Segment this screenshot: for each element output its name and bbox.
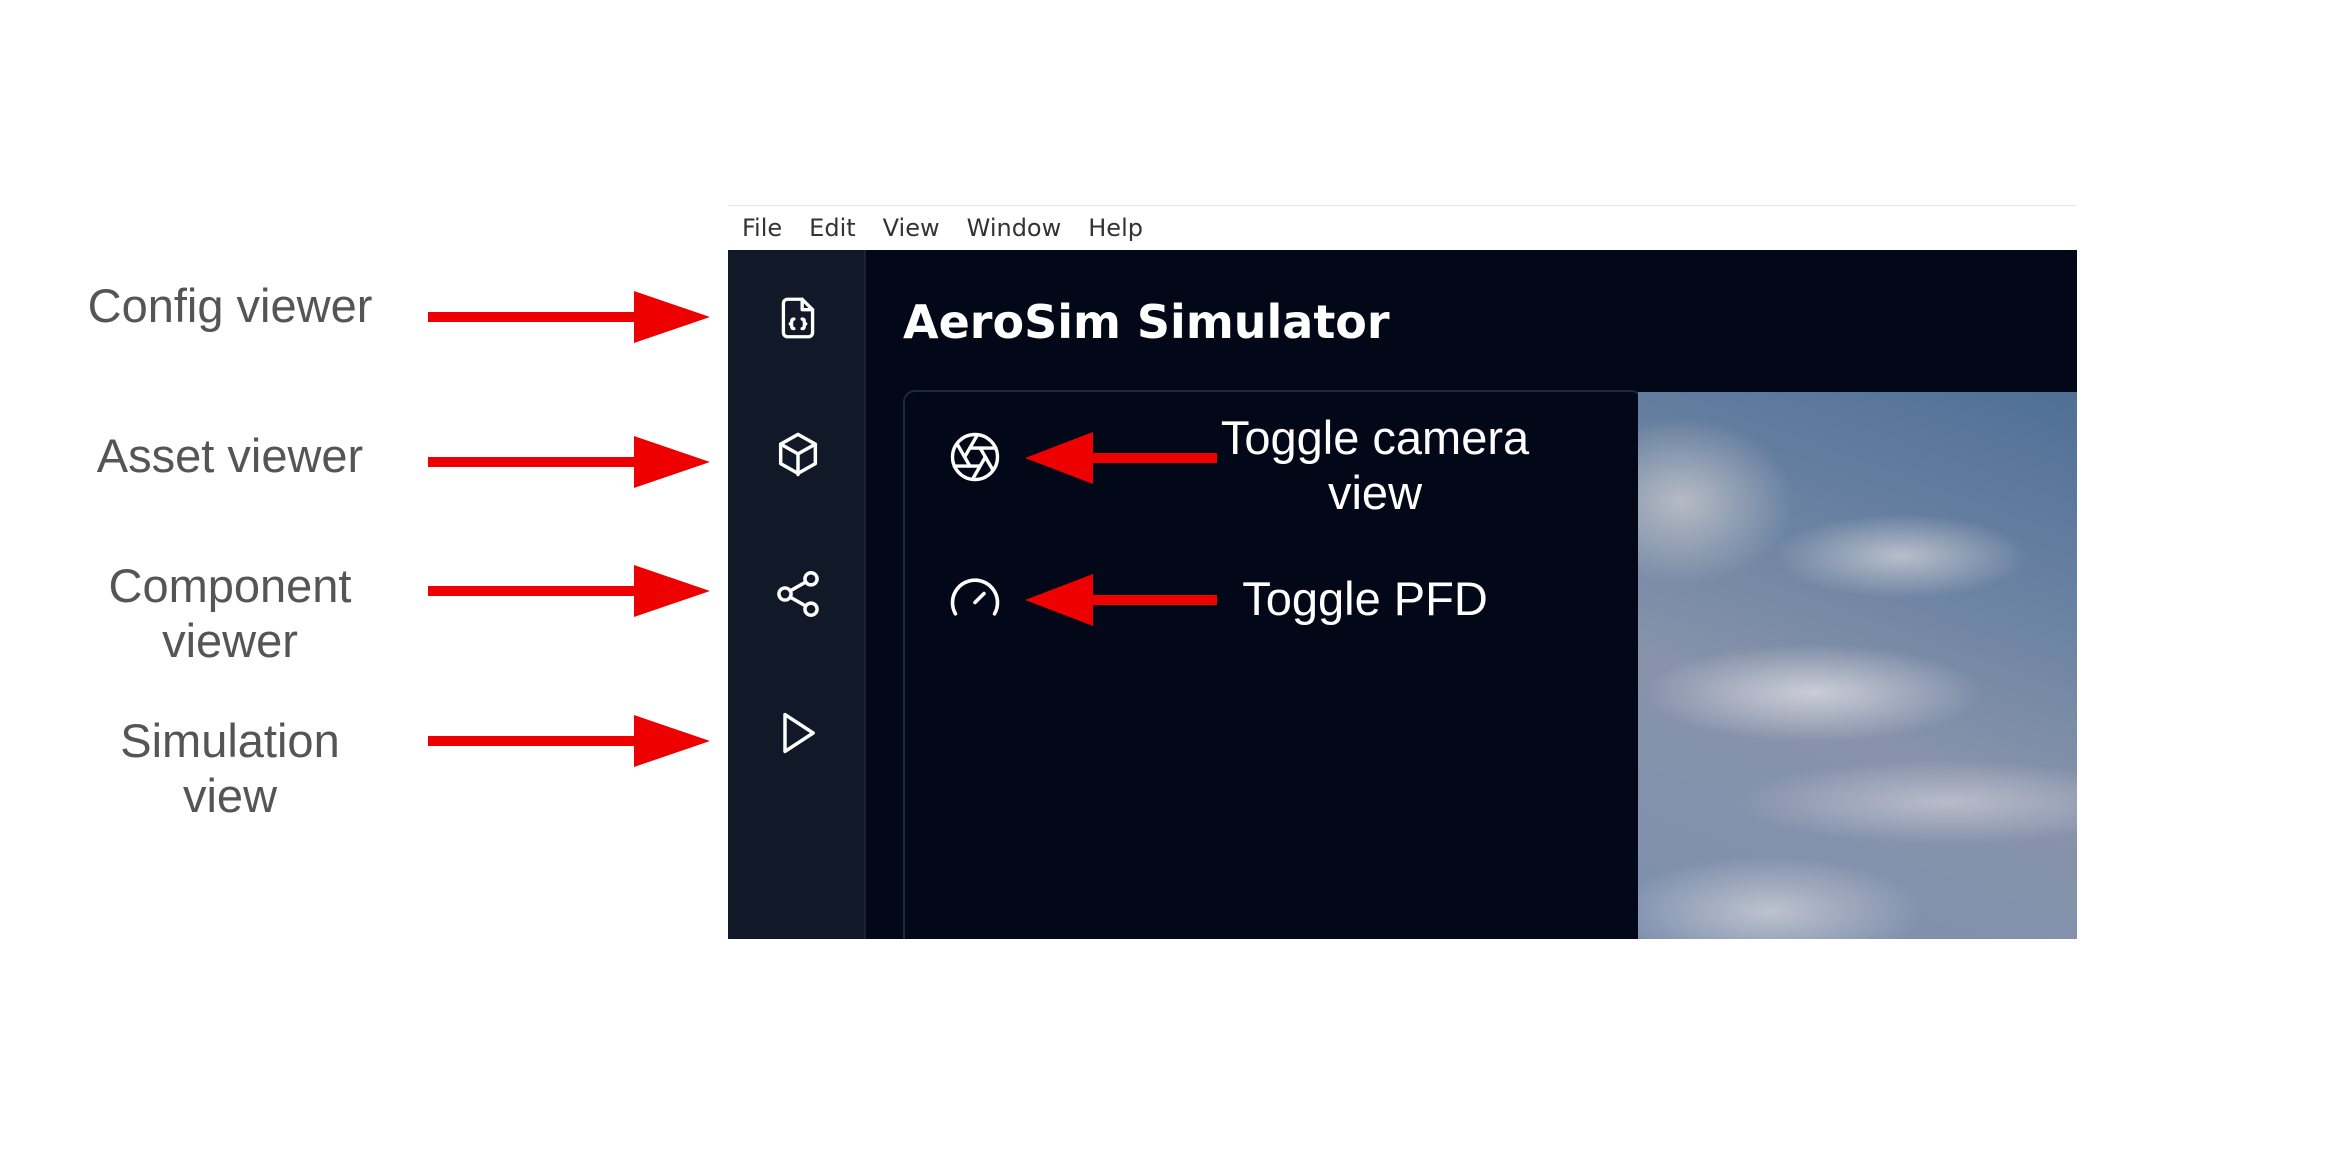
annotation-arrow (428, 291, 710, 343)
config-viewer-button[interactable] (770, 290, 826, 346)
toggle-camera-button[interactable] (945, 427, 1005, 487)
annotation-toggle-camera-view: Toggle camera view (1220, 411, 1530, 519)
menu-view[interactable]: View (883, 214, 940, 242)
annotation-simulation-view: Simulation view (120, 714, 340, 822)
menu-window[interactable]: Window (967, 214, 1062, 242)
page-title: AeroSim Simulator (903, 295, 1390, 349)
share-icon (777, 571, 819, 617)
annotation-component-viewer: Component viewer (108, 559, 352, 667)
annotation-arrow (428, 436, 710, 488)
annotation-arrow (428, 715, 710, 767)
play-icon (783, 712, 815, 754)
aperture-icon (950, 432, 1000, 482)
menu-help[interactable]: Help (1088, 214, 1143, 242)
sidebar (728, 250, 866, 939)
annotation-arrow (428, 565, 710, 617)
file-code-icon (781, 297, 815, 339)
annotation-asset-viewer: Asset viewer (96, 429, 364, 482)
menu-edit[interactable]: Edit (809, 214, 855, 242)
annotation-toggle-pfd: Toggle PFD (1242, 572, 1488, 625)
box-icon (778, 432, 818, 477)
annotation-arrow (1025, 574, 1217, 626)
simulation-view-button[interactable] (770, 705, 826, 761)
menu-bar: File Edit View Window Help (728, 205, 2077, 250)
asset-viewer-button[interactable] (770, 427, 826, 483)
annotation-arrow (1025, 432, 1217, 484)
gauge-icon (950, 578, 1000, 616)
menu-file[interactable]: File (742, 214, 782, 242)
camera-view-image (1638, 392, 2077, 939)
annotation-config-viewer: Config viewer (87, 279, 373, 332)
component-viewer-button[interactable] (770, 566, 826, 622)
toggle-pfd-button[interactable] (945, 568, 1005, 628)
